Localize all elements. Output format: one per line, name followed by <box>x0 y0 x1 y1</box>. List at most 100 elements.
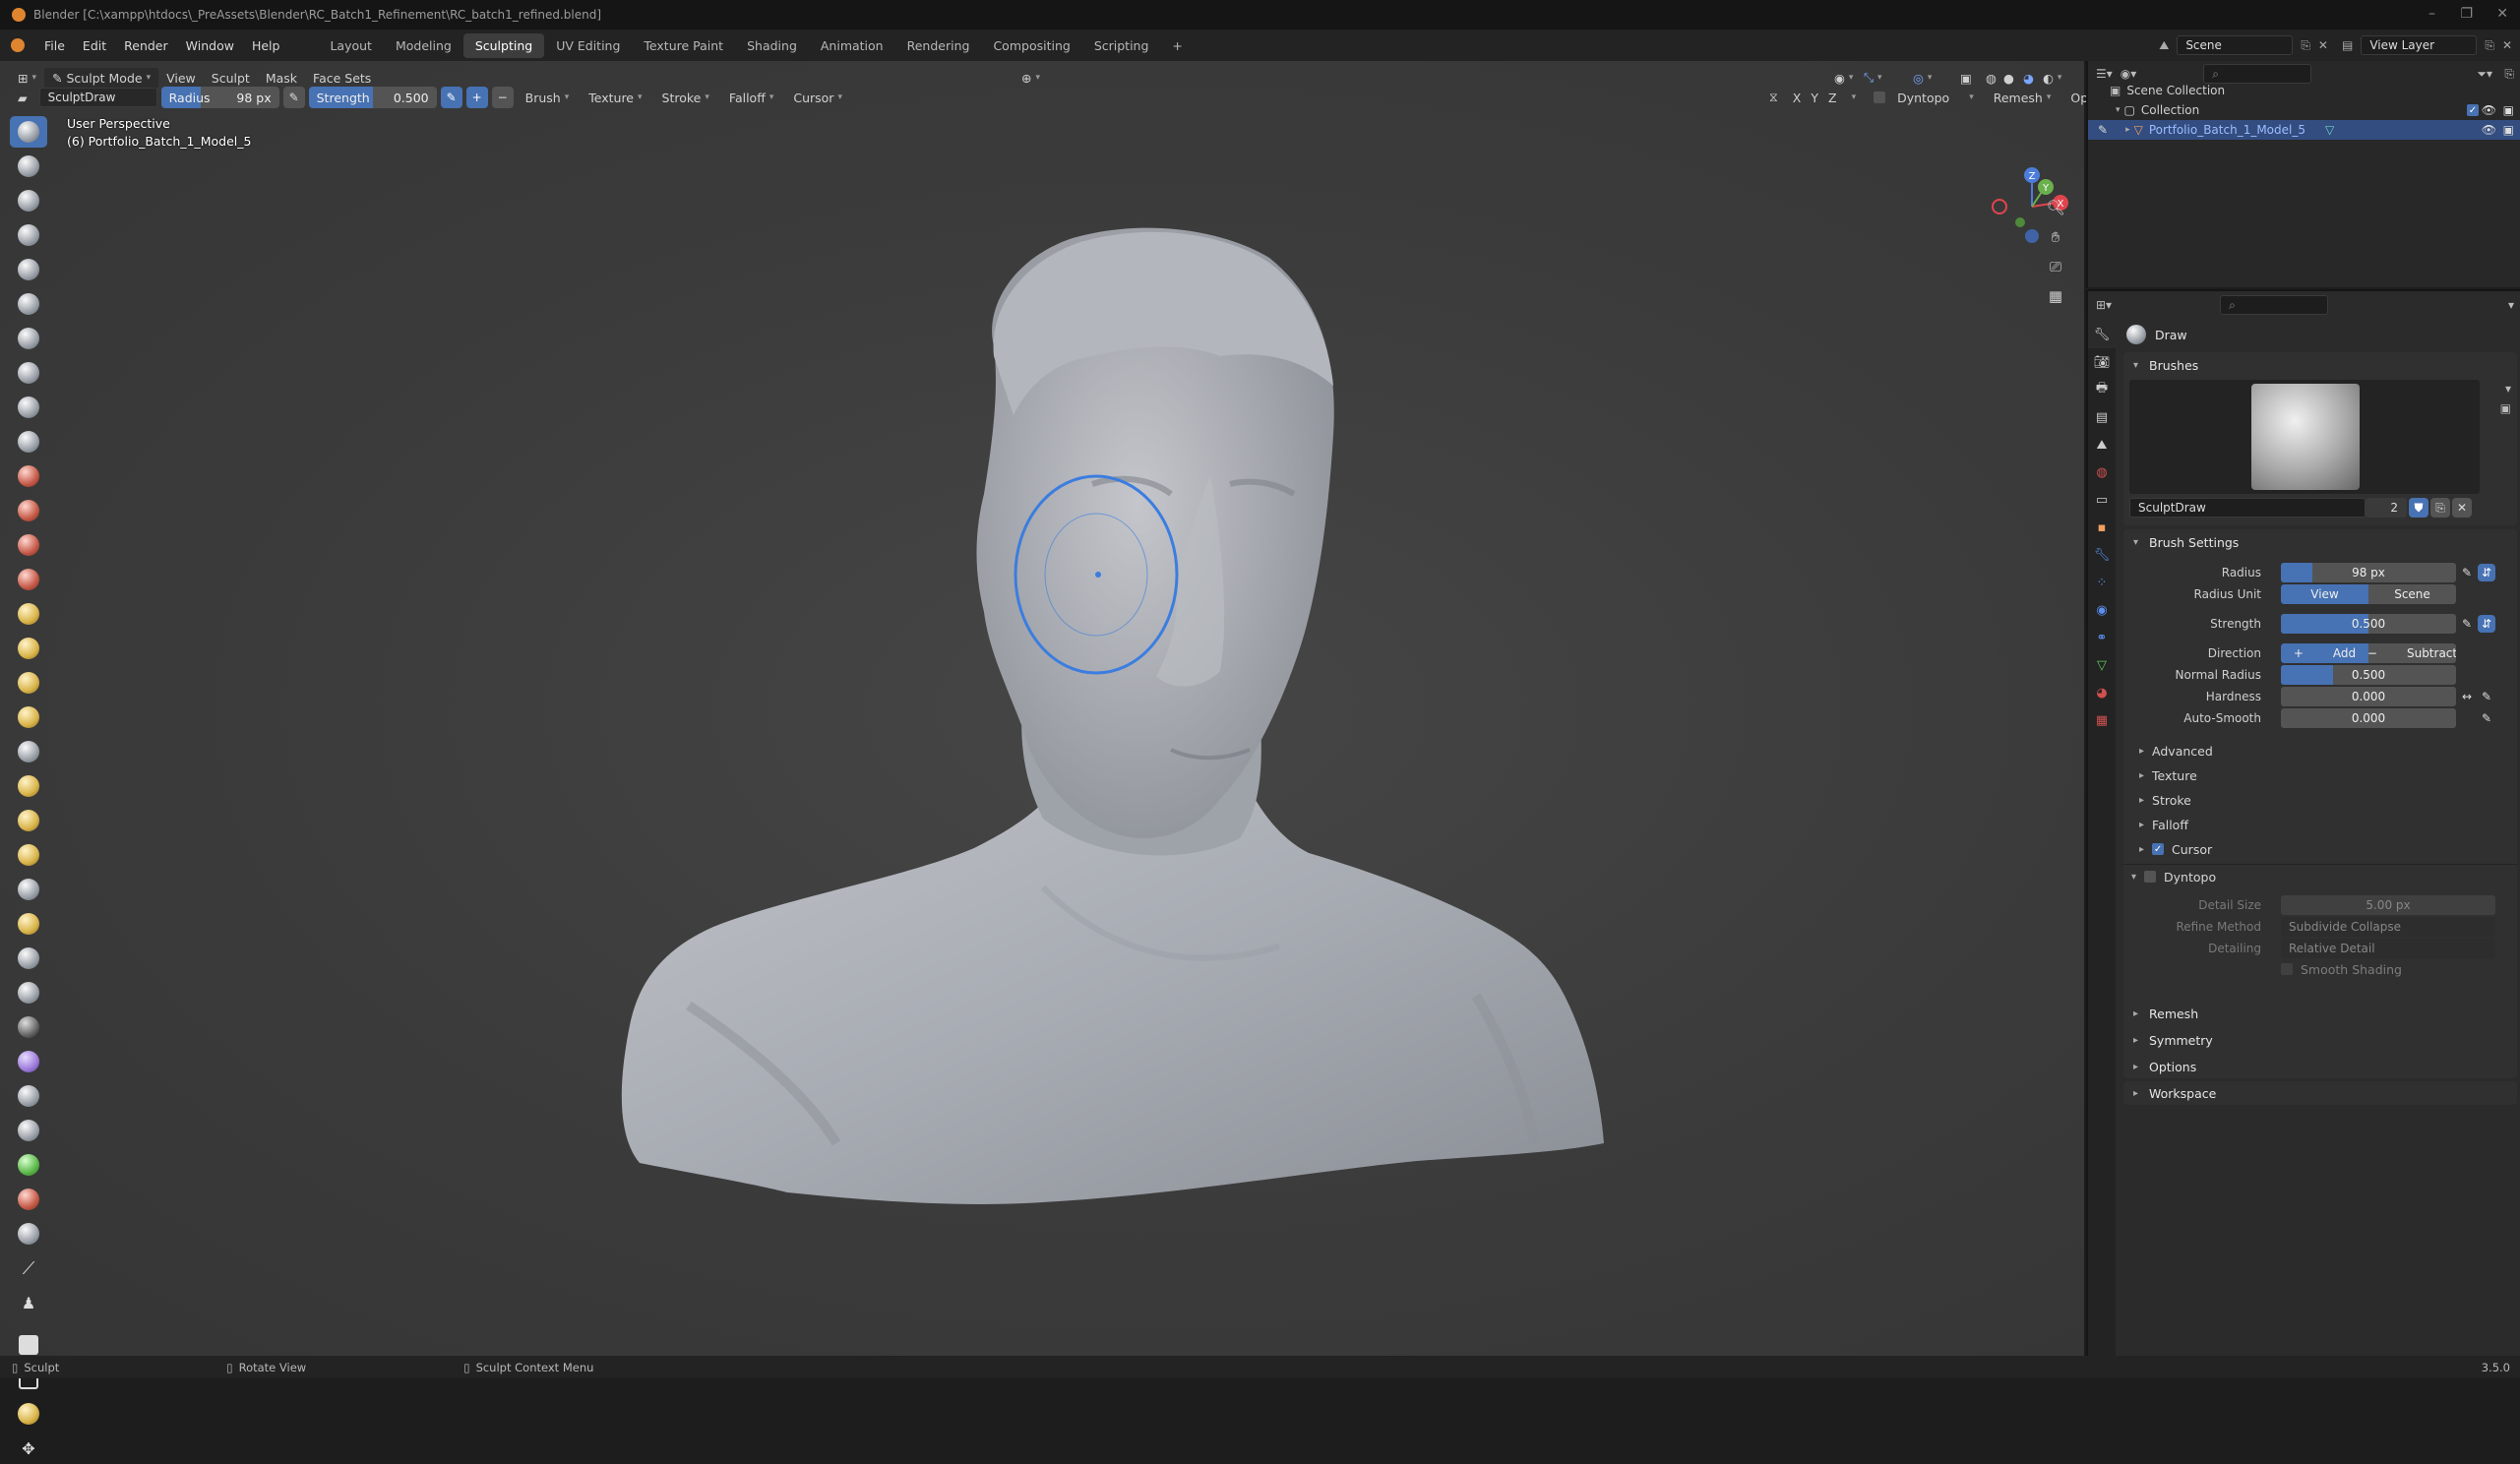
smooth-shading-checkbox[interactable] <box>2281 963 2293 975</box>
outliner-row-collection[interactable]: ▾ ▢ Collection ✓ 👁︎ ▣ <box>2088 100 2520 120</box>
delete-scene-icon[interactable]: ✕ <box>2318 38 2328 52</box>
tool-draw-sharp[interactable] <box>10 151 47 182</box>
tool-draw[interactable] <box>10 116 47 148</box>
view-layer-icon[interactable]: ▤ <box>2342 38 2353 52</box>
tool-simplify[interactable] <box>10 977 47 1008</box>
tab-uv-editing[interactable]: UV Editing <box>544 33 632 58</box>
tool-snake-hook[interactable] <box>10 702 47 733</box>
tool-box-mask[interactable] <box>10 1218 47 1250</box>
edit-mode-icon[interactable]: ✎ <box>2098 123 2108 137</box>
tool-layer[interactable] <box>10 288 47 320</box>
tab-output[interactable]: 🖶︎ <box>2088 376 2116 403</box>
tab-particles[interactable]: ⁘ <box>2088 569 2116 596</box>
normal-radius-field[interactable]: 0.500 <box>2281 665 2456 685</box>
tool-clay[interactable] <box>10 185 47 216</box>
expand-chevron-icon[interactable]: ▾ <box>2116 105 2120 115</box>
sculpt-mesh-canvas[interactable] <box>0 61 2084 1356</box>
brush-preview-thumbnail[interactable] <box>2251 384 2360 490</box>
detailing-dropdown[interactable]: Relative Detail <box>2281 939 2495 958</box>
tool-pinch[interactable] <box>10 598 47 630</box>
tab-shading[interactable]: Shading <box>735 33 809 58</box>
object-render-icon[interactable]: ▣ <box>2503 123 2514 137</box>
collection-render-icon[interactable]: ▣ <box>2503 103 2514 117</box>
tab-constraints[interactable]: ⚭ <box>2088 624 2116 651</box>
tool-boundary[interactable] <box>10 908 47 940</box>
tool-move[interactable]: ✥ <box>10 1433 47 1464</box>
tool-paint[interactable] <box>10 1149 47 1181</box>
dyntopo-panel-header[interactable]: ▾ Dyntopo <box>2131 866 2216 887</box>
brushes-panel-header[interactable]: ▾ Brushes <box>2123 352 2517 378</box>
brush-name-field[interactable]: SculptDraw <box>2129 498 2366 518</box>
tab-animation[interactable]: Animation <box>809 33 895 58</box>
properties-options-icon[interactable]: ▾ <box>2508 298 2514 312</box>
tool-clay-strips[interactable] <box>10 219 47 251</box>
view-layer-selector[interactable]: View Layer <box>2361 35 2478 55</box>
symmetry-panel[interactable]: ▸ Symmetry <box>2123 1028 2517 1052</box>
outliner-row-object[interactable]: ✎ ▸ ▽ Portfolio_Batch_1_Model_5 ▽ 👁︎ ▣ <box>2088 120 2520 140</box>
menu-help[interactable]: Help <box>243 38 289 53</box>
smooth-shading-row[interactable]: Smooth Shading <box>2281 958 2402 980</box>
strength-field[interactable]: 0.500 <box>2281 614 2456 634</box>
menu-edit[interactable]: Edit <box>74 38 115 53</box>
hardness-field[interactable]: 0.000 <box>2281 687 2456 706</box>
tool-smooth[interactable] <box>10 426 47 458</box>
tool-annotate[interactable] <box>10 1398 47 1430</box>
tab-texture[interactable]: ▦ <box>2088 706 2116 734</box>
tool-multires-displacement-eraser[interactable] <box>10 1080 47 1112</box>
dyntopo-panel-checkbox[interactable] <box>2144 871 2157 883</box>
scene-icon[interactable]: ⛰ <box>2159 38 2169 53</box>
brush-settings-header[interactable]: ▾ Brush Settings <box>2123 529 2517 555</box>
workspace-panel[interactable]: ▸ Workspace <box>2123 1081 2517 1105</box>
collection-include-checkbox[interactable]: ✓ <box>2467 104 2479 116</box>
tool-scrape[interactable] <box>10 529 47 561</box>
object-visibility-icon[interactable]: 👁︎ <box>2482 123 2496 137</box>
hardness-pressure-icon[interactable]: ✎ <box>2482 690 2491 703</box>
tool-cloth[interactable] <box>10 943 47 974</box>
tool-multiplane-scrape[interactable] <box>10 564 47 595</box>
new-scene-icon[interactable]: ⎘ <box>2301 38 2310 53</box>
tab-data[interactable]: ▽ <box>2088 651 2116 679</box>
delete-view-layer-icon[interactable]: ✕ <box>2502 38 2512 52</box>
tool-grab[interactable] <box>10 633 47 664</box>
menu-file[interactable]: File <box>35 38 74 53</box>
options-panel[interactable]: ▸ Options <box>2123 1055 2517 1078</box>
outliner-display-mode-icon[interactable]: ◉▾ <box>2120 67 2137 81</box>
properties-editor-type-icon[interactable]: ⊞▾ <box>2096 298 2112 312</box>
tab-compositing[interactable]: Compositing <box>981 33 1081 58</box>
new-collection-icon[interactable]: ⎘ <box>2504 67 2514 82</box>
tab-world[interactable]: ◍ <box>2088 458 2116 486</box>
radius-unit-view-button[interactable]: View <box>2281 584 2368 604</box>
unlink-brush-icon[interactable]: ✕ <box>2452 498 2472 518</box>
fake-user-shield-icon[interactable]: ⛊ <box>2409 498 2428 518</box>
tab-collection[interactable]: ▭ <box>2088 486 2116 514</box>
tool-thumb[interactable] <box>10 736 47 767</box>
radius-unit-scene-button[interactable]: Scene <box>2368 584 2456 604</box>
remesh-panel[interactable]: ▸ Remesh <box>2123 1002 2517 1025</box>
tool-inflate[interactable] <box>10 323 47 354</box>
blender-menu-icon[interactable] <box>0 38 35 52</box>
hardness-invert-icon[interactable]: ↔ <box>2462 690 2472 703</box>
tool-crease[interactable] <box>10 392 47 423</box>
zoom-icon[interactable]: 🔍︎ <box>2043 195 2068 220</box>
subpanel-cursor[interactable]: ▸ ✓ Cursor <box>2139 838 2212 860</box>
tool-slide-relax[interactable] <box>10 874 47 905</box>
tool-fill[interactable] <box>10 495 47 526</box>
refine-method-dropdown[interactable]: Subdivide Collapse <box>2281 917 2495 937</box>
tool-nudge[interactable] <box>10 805 47 836</box>
strength-pressure-icon[interactable]: ✎ <box>2462 617 2472 631</box>
tab-layout[interactable]: Layout <box>318 33 384 58</box>
scene-selector[interactable]: Scene <box>2177 35 2294 55</box>
properties-search-input[interactable]: ⌕ <box>2220 295 2329 315</box>
add-workspace-button[interactable]: + <box>1160 33 1194 58</box>
direction-add-button[interactable]: + Add <box>2281 643 2368 663</box>
tool-pose[interactable] <box>10 770 47 802</box>
cursor-checkbox[interactable]: ✓ <box>2152 843 2165 855</box>
brush-list-chevron-icon[interactable]: ▾ <box>2505 382 2511 396</box>
bust-model[interactable] <box>621 227 1604 1204</box>
tab-modifiers[interactable]: 🔧︎ <box>2088 541 2116 569</box>
tool-mesh-filter[interactable]: ♟ <box>10 1287 47 1318</box>
tool-draw-face-sets[interactable] <box>10 1046 47 1077</box>
perspective-toggle-icon[interactable]: ▦ <box>2043 283 2068 309</box>
tab-active-tool[interactable]: 🔧︎ <box>2088 321 2116 348</box>
brush-users-count[interactable]: 2 <box>2366 498 2407 518</box>
